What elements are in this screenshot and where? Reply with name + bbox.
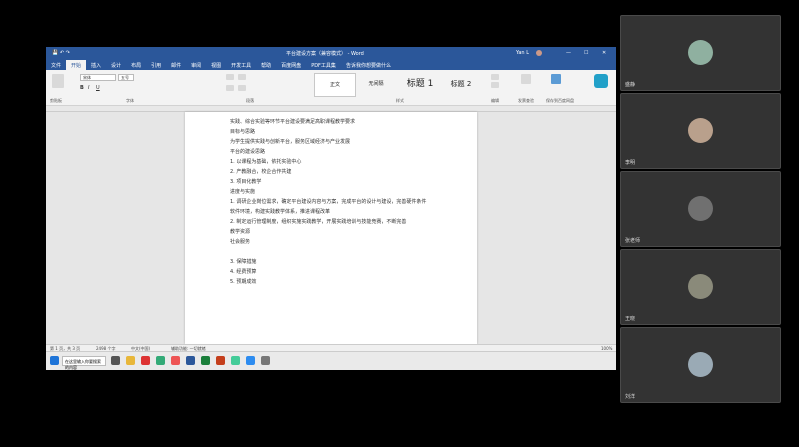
user-avatar[interactable] — [536, 50, 542, 56]
tab-12[interactable]: PDF工具集 — [306, 60, 341, 70]
style-heading-1[interactable]: 标题 1 — [398, 73, 442, 95]
doc-line: 2. 产教融合，校企合作共建 — [230, 169, 292, 175]
tab-10[interactable]: 帮助 — [256, 60, 276, 70]
font-size-select[interactable]: 五号 — [118, 74, 134, 81]
wechat-app-icon[interactable] — [231, 356, 240, 365]
assistant-icon[interactable] — [594, 74, 608, 88]
participant-tile[interactable]: 盛静 — [620, 15, 781, 91]
bold-button[interactable]: B — [80, 85, 84, 91]
underline-button[interactable]: U — [96, 85, 100, 91]
tab-11[interactable]: 百度网盘 — [276, 60, 306, 70]
status-bar: 第 1 页，共 3 页 2498 个字 中文(中国) 辅助功能: 一切就绪 10… — [46, 344, 616, 351]
doc-line: 实践、综合实验等环节平台建设要满足高职课程教学要求 — [230, 119, 356, 125]
maximize-button[interactable]: ☐ — [584, 50, 588, 56]
italic-button[interactable]: I — [88, 85, 89, 91]
doc-line: 目标与思路 — [230, 129, 256, 135]
participant-avatar — [688, 196, 713, 221]
participant-avatar — [688, 274, 713, 299]
close-button[interactable]: ✕ — [602, 50, 606, 56]
window-title: 平台建设方案（兼容模式） - Word — [286, 51, 364, 57]
doc-line: 平台的建设思路 — [230, 149, 266, 155]
tab-13[interactable]: 告诉我你想要做什么 — [341, 60, 396, 70]
participant-name: 盛静 — [625, 82, 636, 88]
invoice-check-button[interactable] — [521, 74, 531, 84]
paste-button[interactable] — [52, 74, 64, 88]
baidu-netdisk-button[interactable] — [551, 74, 561, 84]
doc-line: 社会服务 — [230, 239, 251, 245]
group-clipboard: 剪贴板 — [50, 98, 62, 103]
app-icon-red[interactable] — [141, 356, 150, 365]
doc-line: 5. 预期成效 — [230, 279, 257, 285]
minimize-button[interactable]: — — [566, 50, 571, 56]
style-heading-2[interactable]: 标题 2 — [444, 73, 478, 95]
participant-tile[interactable]: 刘洋 — [620, 327, 781, 403]
excel-app-icon[interactable] — [201, 356, 210, 365]
participant-tile[interactable]: 李明 — [620, 93, 781, 169]
doc-line: 3. 保障措施 — [230, 259, 257, 265]
title-bar: 💾 ↶ ↷ 平台建设方案（兼容模式） - Word Yan L — ☐ ✕ — [46, 47, 616, 60]
word-app-icon[interactable] — [186, 356, 195, 365]
taskbar-search-input[interactable]: 在这里输入你要搜索的内容 — [62, 356, 106, 370]
tab-0[interactable]: 文件 — [46, 60, 66, 70]
find-button[interactable] — [491, 74, 499, 80]
group-save-netdisk: 保存到百度网盘 — [546, 98, 574, 103]
ribbon: 宋体 五号 B I U 正文 无间隔 标题 1 标题 2 剪贴板 字体 段落 样… — [46, 70, 616, 106]
tab-8[interactable]: 视图 — [206, 60, 226, 70]
participant-tile[interactable]: 王晓 — [620, 249, 781, 325]
tab-3[interactable]: 设计 — [106, 60, 126, 70]
app-icon-pink[interactable] — [171, 356, 180, 365]
autosave-icon[interactable]: 💾 ↶ ↷ — [52, 50, 70, 56]
numbering-button[interactable] — [238, 74, 246, 80]
align-center-button[interactable] — [238, 85, 246, 91]
shared-screen: 💾 ↶ ↷ 平台建设方案（兼容模式） - Word Yan L — ☐ ✕ 文件… — [46, 47, 616, 370]
participant-avatar — [688, 40, 713, 65]
tab-2[interactable]: 插入 — [86, 60, 106, 70]
app-icon-gray[interactable] — [261, 356, 270, 365]
user-name: Yan L — [516, 50, 529, 56]
group-paragraph: 段落 — [246, 98, 254, 103]
participant-tile[interactable]: 张老师 — [620, 171, 781, 247]
replace-button[interactable] — [491, 82, 499, 88]
align-left-button[interactable] — [226, 85, 234, 91]
tab-9[interactable]: 开发工具 — [226, 60, 256, 70]
style-normal[interactable]: 正文 — [314, 73, 356, 97]
participant-avatar — [688, 352, 713, 377]
doc-line: 1. 调研企业岗位需求，确定平台建设内容与方案，完成平台的设计与建设，完善硬件条… — [230, 199, 427, 205]
participant-name: 张老师 — [625, 238, 641, 244]
document-area: 实践、综合实验等环节平台建设要满足高职课程教学要求 目标与思路为学生提供实践与创新… — [46, 112, 616, 344]
tab-1[interactable]: 开始 — [66, 60, 87, 70]
group-invoice: 发票查验 — [518, 98, 534, 103]
font-name-select[interactable]: 宋体 — [80, 74, 116, 81]
tab-6[interactable]: 邮件 — [166, 60, 186, 70]
group-editing: 编辑 — [491, 98, 499, 103]
group-styles: 样式 — [396, 98, 404, 103]
tab-7[interactable]: 审阅 — [186, 60, 206, 70]
ribbon-tabs: 文件 开始 插入 设计 布局 引用 邮件 审阅 视图 开发工具 帮助 百度网盘 PDF工具集 告诉我你想要… — [46, 60, 616, 70]
tab-5[interactable]: 引用 — [146, 60, 166, 70]
doc-line: 1. 以课程为基础，依托实验中心 — [230, 159, 302, 165]
doc-line: 教学资源 — [230, 229, 251, 235]
doc-line: 4. 经费预算 — [230, 269, 257, 275]
group-font: 字体 — [126, 98, 134, 103]
doc-line: 进度与实施 — [230, 189, 256, 195]
participant-name: 刘洋 — [625, 394, 636, 400]
powerpoint-app-icon[interactable] — [216, 356, 225, 365]
bullets-button[interactable] — [226, 74, 234, 80]
doc-line: 2. 制定运行管理制度，组织实施实践教学，开展实践培训与技能竞赛，不断完善 — [230, 219, 407, 225]
app-icon-green[interactable] — [156, 356, 165, 365]
tab-4[interactable]: 布局 — [126, 60, 146, 70]
doc-line: 为学生提供实践与创新平台，服务区域经济与产业发展 — [230, 139, 351, 145]
windows-start-icon[interactable] — [50, 356, 59, 365]
taskbar: 在这里输入你要搜索的内容 — [46, 351, 616, 370]
participant-name: 李明 — [625, 160, 636, 166]
participant-name: 王晓 — [625, 316, 636, 322]
meeting-app-icon[interactable] — [246, 356, 255, 365]
style-no-spacing[interactable]: 无间隔 — [356, 73, 396, 95]
task-view-icon[interactable] — [111, 356, 120, 365]
document-page[interactable]: 实践、综合实验等环节平台建设要满足高职课程教学要求 目标与思路为学生提供实践与创新… — [185, 112, 477, 344]
doc-line: 软件环境，构建实践教学体系，推进课程改革 — [230, 209, 331, 215]
participant-avatar — [688, 118, 713, 143]
doc-line: 3. 项目化教学 — [230, 179, 262, 185]
file-explorer-icon[interactable] — [126, 356, 135, 365]
